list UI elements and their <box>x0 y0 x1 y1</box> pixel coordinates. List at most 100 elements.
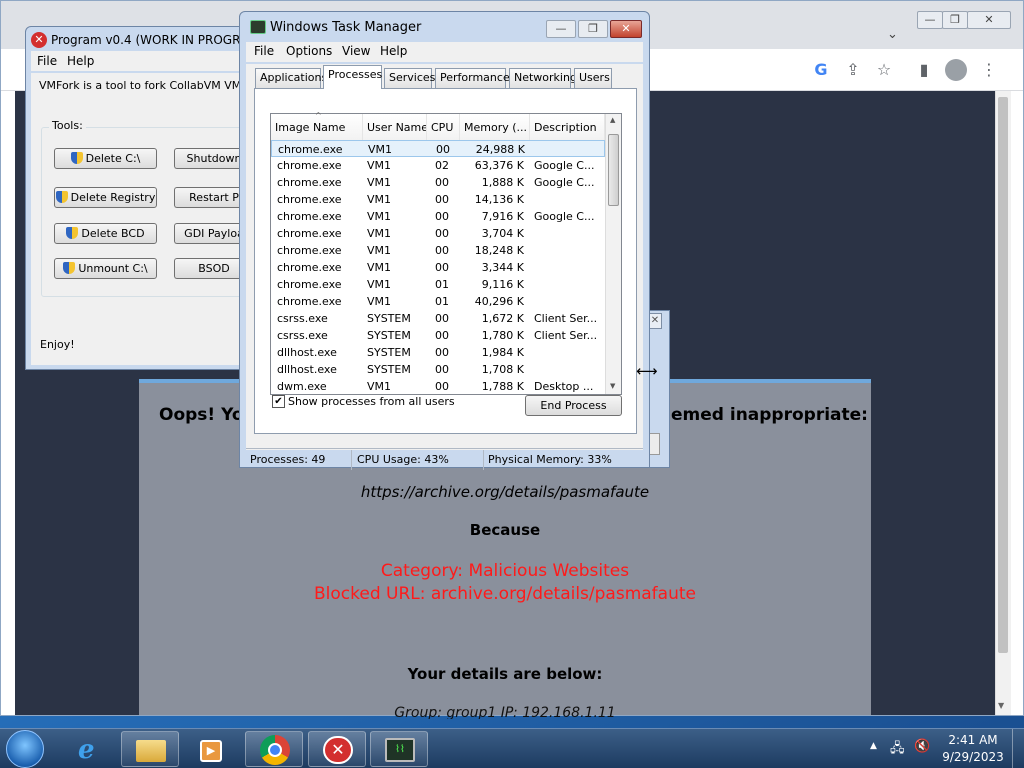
status-memory: Physical Memory: 33% <box>488 453 612 466</box>
sort-ascending-icon: ^ <box>315 111 322 120</box>
show-desktop-button[interactable] <box>1012 729 1024 768</box>
scroll-down-icon[interactable]: ▼ <box>610 382 615 390</box>
tab-processes[interactable]: Processes <box>323 65 382 89</box>
network-icon[interactable]: 🖧 <box>890 739 908 757</box>
tm-close-button[interactable]: ✕ <box>610 20 642 38</box>
scrollbar-thumb[interactable] <box>998 97 1008 653</box>
process-user-cell: VM1 <box>367 380 392 393</box>
process-mem-cell: 7,916 K <box>481 210 524 223</box>
col-cpu[interactable]: CPU <box>427 114 460 140</box>
table-row[interactable]: chrome.exe VM1 00 3,344 K <box>271 259 605 276</box>
resize-cursor-icon: ⟷ <box>636 362 658 380</box>
process-user-cell: SYSTEM <box>367 346 411 359</box>
scroll-down-icon[interactable]: ▼ <box>998 701 1008 711</box>
google-icon[interactable]: G <box>807 56 835 84</box>
vmfork-window: ✕ Program v0.4 (WORK IN PROGRESS) File H… <box>25 26 256 370</box>
chrome-close-button[interactable]: ✕ <box>967 11 1011 29</box>
unmount-c-button[interactable]: Unmount C:\ <box>54 258 157 279</box>
taskbar-media-player[interactable]: ▶ <box>181 731 239 767</box>
delete-bcd-button[interactable]: Delete BCD <box>54 223 157 244</box>
menu-help[interactable]: Help <box>67 54 94 68</box>
chrome-maximize-button[interactable]: ❐ <box>942 11 968 29</box>
taskbar-task-manager[interactable]: ⌇⌇ <box>370 731 428 767</box>
show-hidden-icons-icon[interactable]: ▲ <box>870 741 877 751</box>
table-row[interactable]: chrome.exe VM1 01 40,296 K <box>271 293 605 310</box>
tm-menu-options[interactable]: Options <box>286 44 332 58</box>
share-icon[interactable]: ⇪ <box>839 56 867 84</box>
volume-muted-icon[interactable]: 🔇 <box>914 739 932 757</box>
delete-registry-button[interactable]: Delete Registry <box>54 187 157 208</box>
process-cpu-cell: 00 <box>435 346 449 359</box>
table-row[interactable]: csrss.exe SYSTEM 00 1,672 K Client Ser... <box>271 310 605 327</box>
process-desc-cell <box>535 141 605 158</box>
table-row[interactable]: dllhost.exe SYSTEM 00 1,984 K <box>271 344 605 361</box>
task-manager-window: Windows Task Manager — ❐ ✕ File Options … <box>239 11 650 470</box>
end-process-button[interactable]: End Process <box>525 395 622 416</box>
taskbar-file-explorer[interactable] <box>121 731 179 767</box>
taskbar-internet-explorer[interactable]: e <box>62 731 120 767</box>
tm-maximize-button[interactable]: ❐ <box>578 20 608 38</box>
vmfork-description: VMFork is a tool to fork CollabVM VMs. <box>39 79 251 92</box>
dialog-close-icon[interactable]: ✕ <box>648 313 662 329</box>
table-row[interactable]: dllhost.exe SYSTEM 00 1,708 K <box>271 361 605 378</box>
task-manager-taskbar-icon: ⌇⌇ <box>385 738 415 762</box>
delete-c-button[interactable]: Delete C:\ <box>54 148 157 169</box>
list-scroll-thumb[interactable] <box>608 134 619 206</box>
uac-shield-icon <box>70 152 83 164</box>
process-user-cell: VM1 <box>367 295 392 308</box>
vmfork-menubar: File Help <box>31 51 253 71</box>
block-heading-right: emed inappropriate: <box>671 405 868 425</box>
table-row[interactable]: chrome.exe VM1 00 14,136 K <box>271 191 605 208</box>
chrome-minimize-button[interactable]: — <box>917 11 943 29</box>
process-mem-cell: 1,788 K <box>481 380 524 393</box>
status-cpu: CPU Usage: 43% <box>353 450 484 470</box>
process-user-cell: VM1 <box>367 193 392 206</box>
process-name-cell: chrome.exe <box>277 295 342 308</box>
table-row[interactable]: chrome.exe VM1 00 7,916 K Google C... <box>271 208 605 225</box>
clock-date[interactable]: 9/29/2023 <box>942 750 1004 764</box>
process-cpu-cell: 00 <box>435 210 449 223</box>
table-row[interactable]: chrome.exe VM1 00 3,704 K <box>271 225 605 242</box>
process-name-cell: chrome.exe <box>277 227 342 240</box>
menu-file[interactable]: File <box>37 54 57 68</box>
table-row[interactable]: chrome.exe VM1 00 24,988 K <box>271 140 605 157</box>
taskbar-vmfork[interactable]: ✕ <box>308 731 366 767</box>
table-row[interactable]: dwm.exe VM1 00 1,788 K Desktop ... <box>271 378 605 395</box>
process-user-cell: VM1 <box>367 278 392 291</box>
table-row[interactable]: chrome.exe VM1 00 1,888 K Google C... <box>271 174 605 191</box>
taskbar-chrome[interactable] <box>245 731 303 767</box>
table-row[interactable]: chrome.exe VM1 02 63,376 K Google C... <box>271 157 605 174</box>
tm-menu-help[interactable]: Help <box>380 44 407 58</box>
tm-menu-view[interactable]: View <box>342 44 370 58</box>
start-orb-icon[interactable] <box>6 730 44 768</box>
tm-minimize-button[interactable]: — <box>546 20 576 38</box>
profile-icon[interactable] <box>945 59 967 81</box>
process-cpu-cell: 02 <box>435 159 449 172</box>
list-scrollbar[interactable]: ▲ ▼ <box>605 114 621 394</box>
menu-icon[interactable]: ⋮ <box>975 56 1003 84</box>
tab-services[interactable]: Services <box>384 68 435 88</box>
table-row[interactable]: chrome.exe VM1 00 18,248 K <box>271 242 605 259</box>
process-cpu-cell: 00 <box>435 380 449 393</box>
col-description[interactable]: Description <box>530 114 605 140</box>
uac-shield-icon <box>66 227 79 239</box>
tm-menu-file[interactable]: File <box>254 44 274 58</box>
media-player-icon: ▶ <box>200 740 222 762</box>
table-row[interactable]: chrome.exe VM1 01 9,116 K <box>271 276 605 293</box>
table-row[interactable]: csrss.exe SYSTEM 00 1,780 K Client Ser... <box>271 327 605 344</box>
col-memory[interactable]: Memory (... <box>460 114 530 140</box>
status-divider <box>246 448 643 449</box>
star-icon[interactable]: ☆ <box>870 56 898 84</box>
col-user-name[interactable]: User Name <box>363 114 427 140</box>
chrome-icon-center <box>268 743 282 757</box>
tab-networking[interactable]: Networking <box>509 68 577 88</box>
show-all-checkbox[interactable]: ✔ <box>272 395 285 408</box>
side-panel-icon[interactable]: ▮ <box>910 56 938 84</box>
tab-performance[interactable]: Performance <box>435 68 510 88</box>
tab-search-chevron-icon[interactable]: ⌄ <box>887 27 898 42</box>
scroll-up-icon[interactable]: ▲ <box>610 116 615 124</box>
clock-time[interactable]: 2:41 AM <box>942 733 1004 747</box>
tab-applications[interactable]: Applications <box>255 68 327 88</box>
process-user-cell: SYSTEM <box>367 312 411 325</box>
tab-users[interactable]: Users <box>574 68 612 88</box>
